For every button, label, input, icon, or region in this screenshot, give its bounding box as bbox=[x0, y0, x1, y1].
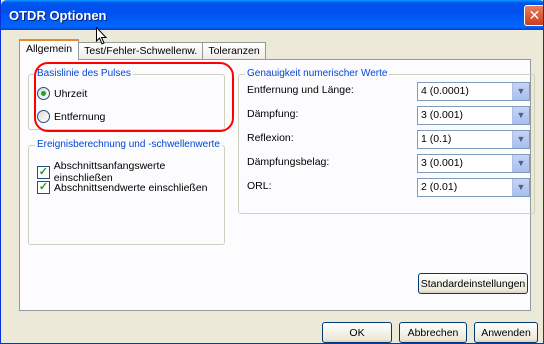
mouse-pointer-icon bbox=[96, 27, 108, 45]
radio-button[interactable] bbox=[37, 110, 50, 123]
field-label-daempfung: Dämpfung: bbox=[247, 108, 299, 120]
select-reflexion-value: 1 (0.1) bbox=[421, 133, 452, 145]
check-abschnittsendwerte-label: Abschnittsendwerte einschließen bbox=[54, 181, 208, 194]
select-reflexion[interactable]: 1 (0.1) ▼ bbox=[417, 130, 530, 149]
accuracy-group-title: Genauigkeit numerischer Werte bbox=[245, 68, 390, 79]
ok-button[interactable]: OK bbox=[322, 322, 392, 343]
chevron-down-icon[interactable]: ▼ bbox=[512, 83, 529, 100]
radio-uhrzeit-label: Uhrzeit bbox=[54, 87, 88, 100]
field-label-entfernung: Entfernung und Länge: bbox=[247, 84, 354, 96]
close-button[interactable]: ✕ bbox=[524, 5, 543, 26]
checkbox-checked-icon[interactable]: ✓ bbox=[37, 181, 50, 194]
check-abschnittsendwerte[interactable]: ✓ Abschnittsendwerte einschließen bbox=[37, 181, 208, 194]
chevron-down-icon[interactable]: ▼ bbox=[512, 107, 529, 124]
tab-strip: Allgemein Test/Fehler-Schwellenw. Tolera… bbox=[19, 39, 266, 60]
dialog-client: Allgemein Test/Fehler-Schwellenw. Tolera… bbox=[1, 30, 543, 343]
window-title: OTDR Optionen bbox=[9, 8, 107, 23]
select-entfernung-value: 4 (0.0001) bbox=[421, 85, 469, 97]
field-label-reflexion: Reflexion: bbox=[247, 132, 294, 144]
tab-allgemein[interactable]: Allgemein bbox=[19, 39, 80, 60]
tab-toleranzen[interactable]: Toleranzen bbox=[202, 42, 266, 60]
accuracy-group: Genauigkeit numerischer Werte Entfernung… bbox=[238, 68, 535, 214]
select-daempfung[interactable]: 3 (0.001) ▼ bbox=[417, 106, 530, 125]
chevron-down-icon[interactable]: ▼ bbox=[512, 131, 529, 148]
event-group: Ereignisberechnung und -schwellenwerte ✓… bbox=[28, 139, 225, 245]
select-daempfung-value: 3 (0.001) bbox=[421, 109, 464, 121]
radio-uhrzeit[interactable]: Uhrzeit bbox=[37, 87, 87, 100]
event-group-title: Ereignisberechnung und -schwellenwerte bbox=[35, 139, 222, 150]
select-orl-value: 2 (0.01) bbox=[421, 181, 458, 193]
cancel-button[interactable]: Abbrechen bbox=[399, 322, 467, 343]
radio-button-selected[interactable] bbox=[37, 87, 50, 100]
options-dialog: OTDR Optionen ✕ Allgemein Test/Fehler-Sc… bbox=[0, 0, 544, 344]
tab-panel-allgemein: Basislinie des Pulses Uhrzeit Entfernung… bbox=[19, 59, 535, 311]
field-label-daempfungsbelag: Dämpfungsbelag: bbox=[247, 156, 330, 168]
select-daempfungsbelag-value: 3 (0.001) bbox=[421, 157, 464, 169]
baseline-group-title: Basislinie des Pulses bbox=[35, 68, 133, 79]
title-bar[interactable]: OTDR Optionen ✕ bbox=[1, 0, 543, 30]
select-orl[interactable]: 2 (0.01) ▼ bbox=[417, 178, 530, 197]
chevron-down-icon[interactable]: ▼ bbox=[512, 179, 529, 196]
close-icon: ✕ bbox=[528, 7, 541, 24]
checkbox-checked-icon[interactable]: ✓ bbox=[37, 165, 50, 179]
defaults-button[interactable]: Standardeinstellungen bbox=[418, 273, 528, 294]
baseline-group: Basislinie des Pulses Uhrzeit Entfernung bbox=[28, 68, 225, 130]
select-daempfungsbelag[interactable]: 3 (0.001) ▼ bbox=[417, 154, 530, 173]
field-label-orl: ORL: bbox=[247, 180, 272, 192]
radio-entfernung-label: Entfernung bbox=[54, 110, 106, 123]
chevron-down-icon[interactable]: ▼ bbox=[512, 155, 529, 172]
apply-button[interactable]: Anwenden bbox=[474, 322, 538, 343]
radio-entfernung[interactable]: Entfernung bbox=[37, 110, 105, 123]
select-entfernung[interactable]: 4 (0.0001) ▼ bbox=[417, 82, 530, 101]
